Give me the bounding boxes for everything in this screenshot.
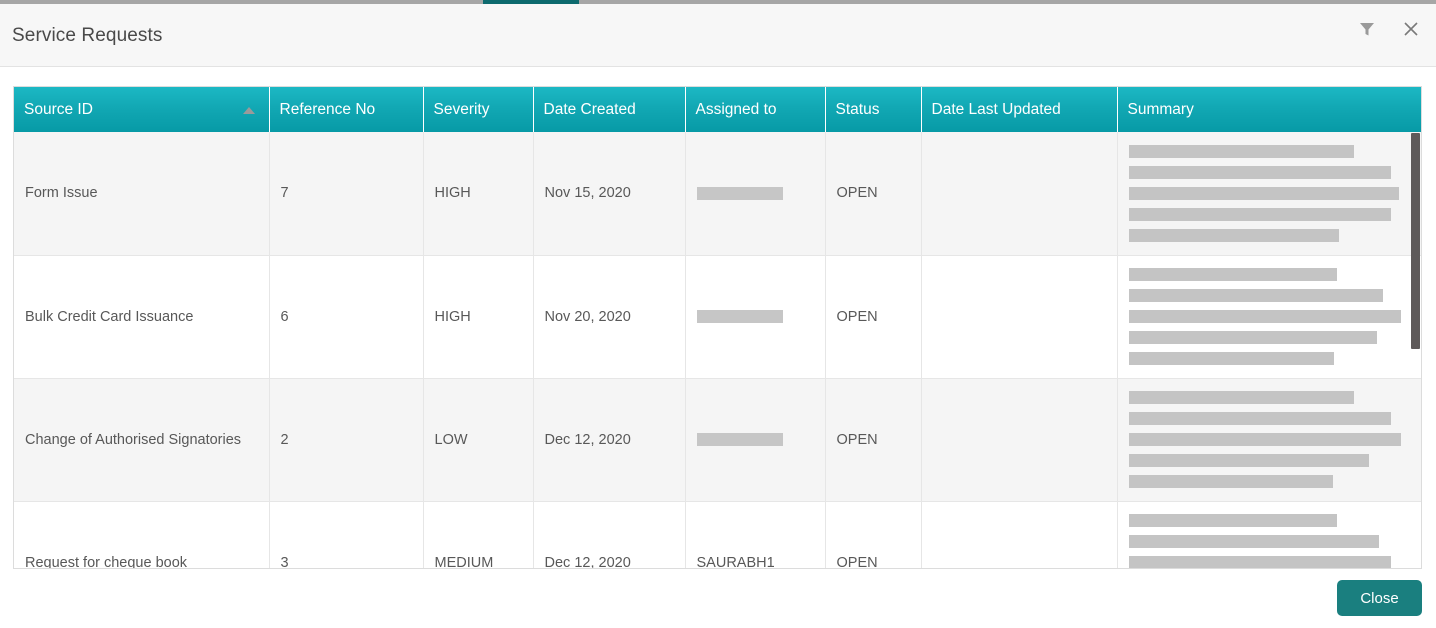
redacted-summary-line	[1129, 310, 1401, 323]
cell-source-id: Request for cheque book	[14, 501, 269, 569]
cell-date-created: Nov 20, 2020	[533, 255, 685, 378]
cell-reference-no: 2	[269, 378, 423, 501]
cell-summary	[1117, 255, 1421, 378]
sort-ascending-icon	[243, 107, 255, 114]
cell-severity: MEDIUM	[423, 501, 533, 569]
cell-reference-no: 3	[269, 501, 423, 569]
vertical-scrollbar-thumb[interactable]	[1411, 133, 1420, 349]
cell-reference-no: 7	[269, 132, 423, 255]
column-header-date-last-updated[interactable]: Date Last Updated	[921, 87, 1117, 132]
redacted-summary-block	[1129, 145, 1422, 242]
redacted-assignee-bar	[697, 187, 783, 200]
column-header-reference-no[interactable]: Reference No	[269, 87, 423, 132]
table-header-row: Source IDReference NoSeverityDate Create…	[14, 87, 1421, 132]
cell-reference-no: 6	[269, 255, 423, 378]
cell-status: OPEN	[825, 378, 921, 501]
redacted-summary-line	[1129, 187, 1399, 200]
redacted-summary-line	[1129, 208, 1391, 221]
cell-assigned-to: SAURABH1	[685, 501, 825, 569]
table-header: Source IDReference NoSeverityDate Create…	[14, 87, 1421, 132]
redacted-summary-line	[1129, 145, 1354, 158]
dialog-footer: Close	[0, 570, 1436, 628]
redacted-summary-line	[1129, 475, 1333, 488]
service-requests-table-container: Source IDReference NoSeverityDate Create…	[13, 86, 1422, 569]
cell-date-created: Dec 12, 2020	[533, 378, 685, 501]
cell-source-id: Form Issue	[14, 132, 269, 255]
cell-severity: HIGH	[423, 132, 533, 255]
cell-severity: HIGH	[423, 255, 533, 378]
table-body: Form Issue7HIGHNov 15, 2020OPENBulk Cred…	[14, 132, 1421, 569]
cell-assigned-to	[685, 132, 825, 255]
cell-source-id: Change of Authorised Signatories	[14, 378, 269, 501]
dialog-header: Service Requests	[0, 4, 1436, 67]
column-header-status[interactable]: Status	[825, 87, 921, 132]
cell-summary	[1117, 501, 1421, 569]
redacted-summary-line	[1129, 514, 1337, 527]
table-row[interactable]: Bulk Credit Card Issuance6HIGHNov 20, 20…	[14, 255, 1421, 378]
cell-summary	[1117, 378, 1421, 501]
cell-date-last-updated	[921, 501, 1117, 569]
table-row[interactable]: Request for cheque book3MEDIUMDec 12, 20…	[14, 501, 1421, 569]
cell-status: OPEN	[825, 501, 921, 569]
redacted-summary-block	[1129, 391, 1422, 488]
column-header-severity[interactable]: Severity	[423, 87, 533, 132]
service-requests-dialog: Service Requests Source IDReference NoSe…	[0, 4, 1436, 628]
cell-summary	[1117, 132, 1421, 255]
page-title: Service Requests	[12, 25, 163, 47]
cell-assigned-to	[685, 378, 825, 501]
redacted-summary-line	[1129, 166, 1391, 179]
redacted-summary-line	[1129, 268, 1337, 281]
cell-source-id: Bulk Credit Card Issuance	[14, 255, 269, 378]
vertical-scrollbar-track[interactable]	[1409, 132, 1421, 568]
filter-icon[interactable]	[1356, 18, 1378, 40]
redacted-summary-line	[1129, 433, 1401, 446]
redacted-summary-line	[1129, 535, 1379, 548]
cell-date-last-updated	[921, 255, 1117, 378]
table-row[interactable]: Change of Authorised Signatories2LOWDec …	[14, 378, 1421, 501]
redacted-summary-line	[1129, 454, 1369, 467]
cell-status: OPEN	[825, 132, 921, 255]
cell-status: OPEN	[825, 255, 921, 378]
cell-severity: LOW	[423, 378, 533, 501]
header-actions	[1356, 18, 1422, 40]
cell-date-created: Dec 12, 2020	[533, 501, 685, 569]
redacted-summary-block	[1129, 268, 1422, 365]
cell-date-last-updated	[921, 378, 1117, 501]
redacted-summary-line	[1129, 412, 1391, 425]
redacted-summary-line	[1129, 289, 1383, 302]
redacted-assignee-bar	[697, 310, 783, 323]
service-requests-table: Source IDReference NoSeverityDate Create…	[14, 87, 1421, 569]
redacted-summary-line	[1129, 391, 1354, 404]
close-button[interactable]: Close	[1337, 580, 1422, 616]
column-header-date-created[interactable]: Date Created	[533, 87, 685, 132]
redacted-summary-block	[1129, 514, 1422, 569]
cell-assigned-to	[685, 255, 825, 378]
close-icon[interactable]	[1400, 18, 1422, 40]
cell-date-last-updated	[921, 132, 1117, 255]
redacted-summary-line	[1129, 229, 1339, 242]
column-header-summary[interactable]: Summary	[1117, 87, 1421, 132]
column-header-assigned-to[interactable]: Assigned to	[685, 87, 825, 132]
redacted-summary-line	[1129, 352, 1334, 365]
redacted-assignee-bar	[697, 433, 783, 446]
column-header-source-id[interactable]: Source ID	[14, 87, 269, 132]
redacted-summary-line	[1129, 331, 1377, 344]
redacted-summary-line	[1129, 556, 1391, 569]
cell-date-created: Nov 15, 2020	[533, 132, 685, 255]
table-row[interactable]: Form Issue7HIGHNov 15, 2020 OPEN	[14, 132, 1421, 255]
